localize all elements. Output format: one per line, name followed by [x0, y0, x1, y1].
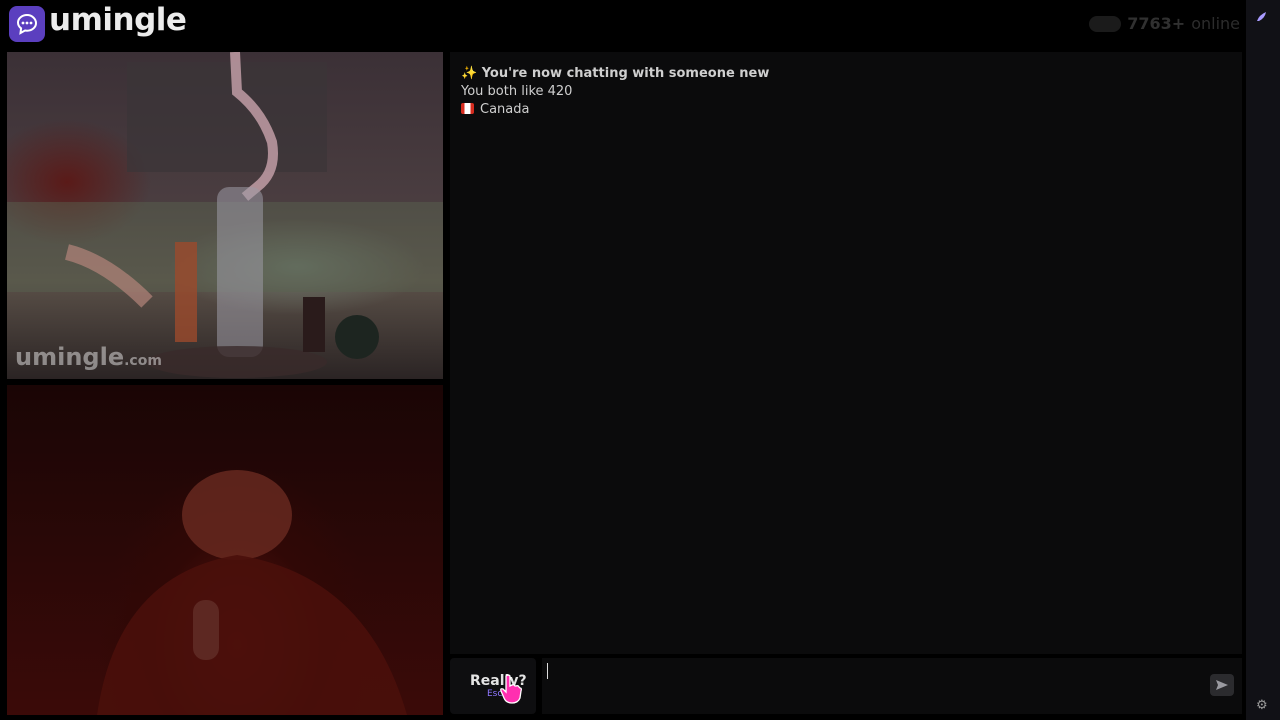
hand-pointer-icon [500, 674, 522, 704]
message-input[interactable] [542, 658, 1188, 714]
online-label: online [1191, 14, 1240, 33]
online-toggle[interactable] [1089, 15, 1122, 32]
send-button[interactable] [1210, 674, 1234, 696]
top-bar: umingle 7763+ online [0, 0, 1246, 50]
system-message-new-chat: ✨ You're now chatting with someone new [461, 66, 770, 81]
send-icon [1216, 680, 1228, 690]
text-caret [547, 663, 548, 679]
online-count: 7763+ [1127, 14, 1186, 33]
brush-icon[interactable] [1256, 8, 1268, 27]
chat-bubble-icon[interactable] [9, 6, 45, 42]
side-rail: ⚙ [1246, 0, 1280, 720]
system-message-country: Canada [461, 102, 529, 117]
system-message-shared-interest: You both like 420 [461, 84, 573, 99]
skip-button[interactable]: Really? Esc [450, 658, 536, 714]
country-text: Canada [480, 102, 530, 117]
watermark-text: umingle [15, 343, 125, 371]
app-logo-text[interactable]: umingle [49, 2, 187, 38]
chat-controls: Really? Esc [450, 658, 1242, 714]
watermark-suffix: .com [124, 353, 162, 369]
remote-video-scene [7, 52, 443, 378]
remote-video: umingle.com [7, 52, 443, 379]
video-watermark: umingle.com [15, 343, 162, 371]
chat-panel: ✨ You're now chatting with someone new Y… [450, 52, 1242, 654]
local-video [7, 385, 443, 715]
local-video-scene [97, 470, 407, 715]
gear-icon[interactable]: ⚙ [1256, 698, 1268, 713]
message-box[interactable] [542, 658, 1242, 714]
flag-icon [461, 103, 474, 114]
online-indicator: 7763+ online [1089, 14, 1240, 33]
